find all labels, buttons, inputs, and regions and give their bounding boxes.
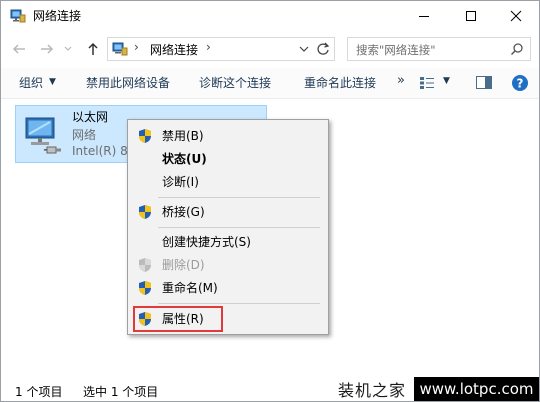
menu-item-rename[interactable]: 重命名(M) bbox=[128, 277, 328, 299]
close-button[interactable] bbox=[493, 1, 539, 31]
more-commands-button[interactable]: » bbox=[397, 74, 405, 88]
forward-button[interactable] bbox=[37, 39, 57, 59]
ethernet-adapter-icon bbox=[25, 117, 61, 154]
address-crumb[interactable]: 网络连接 bbox=[150, 41, 198, 58]
explorer-window: 网络连接 › 网络连接 › 搜索"网络连接" 组织 ▼ 禁用此网络设备 诊断这个… bbox=[0, 0, 540, 402]
arrow-right-icon bbox=[41, 44, 54, 54]
file-list: 以太网 网络 Intel(R) 82 禁用(B) 状态(U) 诊断(I) 桥接(… bbox=[1, 99, 539, 371]
diagnose-button[interactable]: 诊断这个连接 bbox=[199, 76, 271, 90]
rename-button[interactable]: 重命名此连接 bbox=[304, 76, 376, 90]
connection-type: 网络 bbox=[72, 128, 97, 142]
menu-item-create-shortcut[interactable]: 创建快捷方式(S) bbox=[128, 231, 328, 253]
watermark-url: www.lotpc.com bbox=[414, 377, 539, 401]
refresh-icon[interactable] bbox=[316, 41, 330, 57]
uac-shield-icon bbox=[139, 281, 151, 295]
organize-caret-icon[interactable]: ▼ bbox=[49, 75, 56, 89]
menu-separator bbox=[158, 303, 320, 304]
navigation-bar: › 网络连接 › 搜索"网络连接" bbox=[1, 35, 539, 63]
menu-item-bridge[interactable]: 桥接(G) bbox=[128, 201, 328, 223]
uac-shield-icon bbox=[139, 205, 151, 219]
preview-pane-icon[interactable] bbox=[476, 76, 492, 89]
chevron-down-icon bbox=[64, 46, 72, 51]
menu-item-status[interactable]: 状态(U) bbox=[128, 148, 328, 170]
uac-shield-icon bbox=[139, 258, 151, 272]
search-input[interactable]: 搜索"网络连接" bbox=[347, 37, 531, 61]
watermark-site-name: 装机之家 bbox=[338, 381, 407, 400]
menu-item-label: 重命名(M) bbox=[162, 281, 218, 295]
svg-text:?: ? bbox=[517, 77, 524, 91]
menu-item-label: 禁用(B) bbox=[162, 129, 204, 143]
chevron-down-icon[interactable] bbox=[298, 43, 310, 55]
disable-device-button[interactable]: 禁用此网络设备 bbox=[86, 76, 170, 90]
address-separator[interactable]: › bbox=[134, 40, 139, 54]
context-menu: 禁用(B) 状态(U) 诊断(I) 桥接(G) 创建快捷方式(S) 删除(D) … bbox=[127, 119, 329, 335]
command-bar: 组织 ▼ 禁用此网络设备 诊断这个连接 重命名此连接 » ▼ ? bbox=[1, 68, 539, 99]
address-crumb-arrow[interactable]: › bbox=[206, 40, 211, 54]
title-bar: 网络连接 bbox=[1, 1, 539, 31]
menu-item-diagnose[interactable]: 诊断(I) bbox=[128, 171, 328, 193]
search-placeholder: 搜索"网络连接" bbox=[356, 43, 436, 57]
connection-name: 以太网 bbox=[72, 110, 109, 124]
network-connections-icon bbox=[112, 42, 128, 56]
view-caret-icon[interactable]: ▼ bbox=[443, 76, 450, 86]
menu-separator bbox=[158, 227, 320, 228]
up-button[interactable] bbox=[83, 39, 103, 59]
menu-item-label: 桥接(G) bbox=[162, 205, 205, 219]
menu-item-label: 诊断(I) bbox=[162, 175, 199, 189]
recent-locations-button[interactable] bbox=[61, 39, 75, 59]
window-title: 网络连接 bbox=[33, 9, 82, 23]
menu-separator bbox=[158, 197, 320, 198]
arrow-up-icon bbox=[88, 42, 98, 55]
menu-item-disable[interactable]: 禁用(B) bbox=[128, 125, 328, 147]
close-icon bbox=[510, 10, 522, 22]
status-bar: 1 个项目 选中 1 个项目 装机之家 www.lotpc.com bbox=[1, 377, 539, 401]
menu-item-label: 创建快捷方式(S) bbox=[162, 235, 251, 249]
properties-highlight-annotation bbox=[133, 306, 223, 332]
menu-item-label: 删除(D) bbox=[162, 258, 205, 272]
back-button[interactable] bbox=[9, 39, 29, 59]
connection-device: Intel(R) 82 bbox=[72, 144, 136, 158]
uac-shield-icon bbox=[139, 129, 151, 143]
minimize-button[interactable] bbox=[401, 1, 447, 31]
minimize-icon bbox=[419, 16, 429, 17]
search-icon[interactable] bbox=[510, 42, 524, 56]
selected-count: 选中 1 个项目 bbox=[83, 385, 159, 399]
item-count: 1 个项目 bbox=[15, 385, 63, 399]
maximize-icon bbox=[466, 11, 476, 21]
view-options-icon[interactable] bbox=[419, 76, 435, 90]
organize-button[interactable]: 组织 bbox=[19, 76, 43, 90]
address-bar[interactable]: › 网络连接 › bbox=[107, 37, 335, 61]
menu-item-label: 状态(U) bbox=[162, 152, 207, 166]
network-connections-icon bbox=[10, 9, 26, 23]
menu-item-delete: 删除(D) bbox=[128, 254, 328, 276]
maximize-button[interactable] bbox=[448, 1, 494, 31]
arrow-left-icon bbox=[12, 44, 25, 54]
help-icon[interactable]: ? bbox=[511, 74, 529, 92]
